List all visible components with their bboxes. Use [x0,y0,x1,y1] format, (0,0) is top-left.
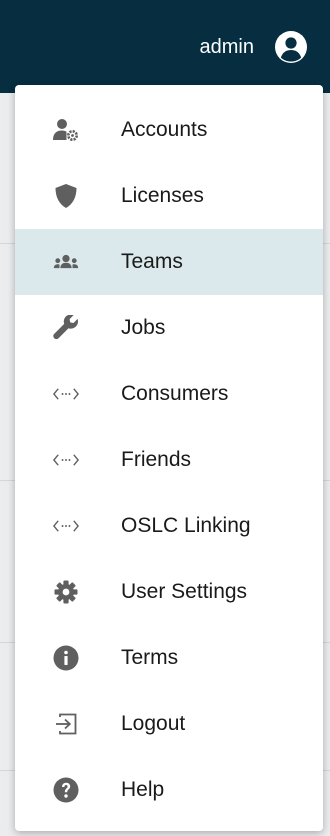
menu-item-label: Jobs [121,316,166,339]
menu-item-oslc-linking[interactable]: OSLC Linking [15,493,323,559]
top-bar: admin [0,0,330,93]
gear-icon [53,579,79,605]
menu-item-label: Accounts [121,118,208,141]
menu-item-friends[interactable]: Friends [15,427,323,493]
menu-item-label: Logout [121,712,186,735]
menu-item-label: Terms [121,646,179,669]
logout-icon [53,711,79,737]
user-dropdown-menu: Accounts Licenses Teams Jobs Consumers F… [15,85,323,831]
code-icon [53,513,79,539]
code-icon [53,381,79,407]
code-icon [53,447,79,473]
user-name: admin [199,35,254,58]
menu-item-help[interactable]: Help [15,757,323,823]
menu-item-label: Licenses [121,184,204,207]
menu-item-label: Teams [121,250,183,273]
accounts-icon [53,117,79,143]
menu-item-jobs[interactable]: Jobs [15,295,323,361]
menu-item-label: Friends [121,448,192,471]
menu-item-terms[interactable]: Terms [15,625,323,691]
menu-item-label: Help [121,778,165,801]
menu-item-label: OSLC Linking [121,514,251,537]
user-circle-icon [274,30,308,64]
menu-item-label: User Settings [121,580,248,603]
wrench-icon [53,315,79,341]
info-icon [53,645,79,671]
shield-icon [53,183,79,209]
users-icon [53,249,79,275]
menu-item-licenses[interactable]: Licenses [15,163,323,229]
menu-item-teams[interactable]: Teams [15,229,323,295]
menu-item-consumers[interactable]: Consumers [15,361,323,427]
menu-item-logout[interactable]: Logout [15,691,323,757]
menu-item-accounts[interactable]: Accounts [15,97,323,163]
menu-item-label: Consumers [121,382,229,405]
user-menu-toggle[interactable]: admin [200,28,308,66]
help-icon [53,777,79,803]
menu-item-user-settings[interactable]: User Settings [15,559,323,625]
